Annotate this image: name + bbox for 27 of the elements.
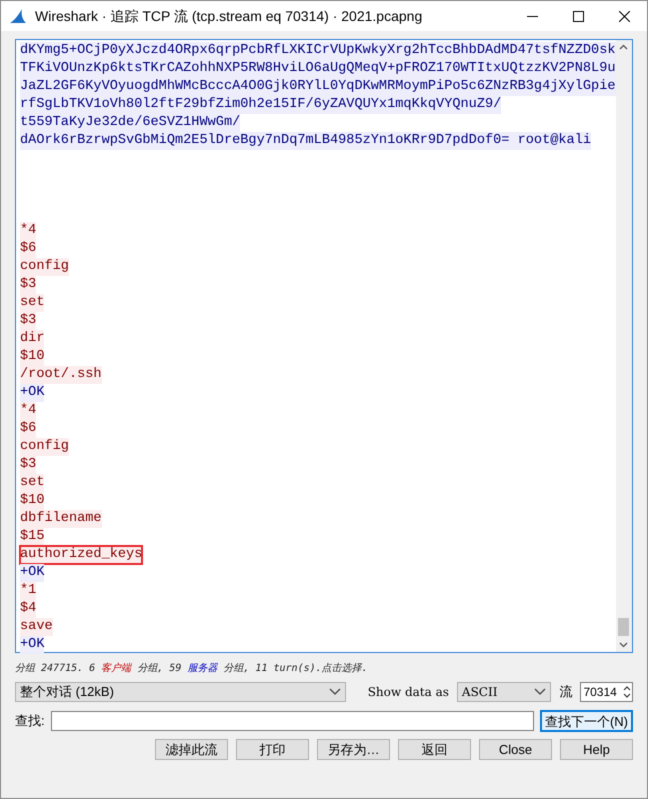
dialog-button[interactable]: 返回 <box>398 739 471 760</box>
dialog-button[interactable]: 另存为… <box>317 739 390 760</box>
stream-label: 流 <box>559 683 572 702</box>
dialog-button[interactable]: Close <box>479 739 552 760</box>
status-text: 分组 247715. 6 客户端 分组, 59 服务器 分组, 11 turn(s).点击选择. <box>15 662 369 676</box>
find-label: 查找: <box>15 712 45 730</box>
spin-arrows-icon[interactable] <box>622 684 632 700</box>
dialog-button[interactable]: Help <box>560 739 633 760</box>
vertical-scrollbar[interactable] <box>616 40 632 652</box>
conversation-dropdown[interactable]: 整个对话 (12kB) <box>15 682 346 702</box>
scrollbar-thumb[interactable] <box>618 618 630 636</box>
window-title: Wireshark · 追踪 TCP 流 (tcp.stream eq 70314) · 2021.pcapng <box>35 6 422 26</box>
shark-fin-icon <box>9 8 27 24</box>
chevron-down-icon <box>328 688 341 696</box>
show-data-label: Show data as <box>368 684 449 701</box>
dialog-button[interactable]: 滤掉此流 <box>155 739 228 760</box>
chevron-down-icon <box>534 688 546 696</box>
stream-text-area[interactable] <box>15 39 633 653</box>
scroll-up-icon[interactable] <box>619 44 628 50</box>
stream-number-spinbox[interactable]: 70314 <box>580 682 633 702</box>
scroll-down-icon[interactable] <box>619 642 628 648</box>
dialog-button[interactable]: 打印 <box>236 739 309 760</box>
find-next-button[interactable]: 查找下一个(N) <box>540 710 633 732</box>
show-data-dropdown[interactable]: ASCII <box>456 682 552 702</box>
find-field[interactable] <box>50 711 534 731</box>
maximize-icon[interactable] <box>572 10 584 22</box>
close-icon[interactable] <box>618 10 630 22</box>
